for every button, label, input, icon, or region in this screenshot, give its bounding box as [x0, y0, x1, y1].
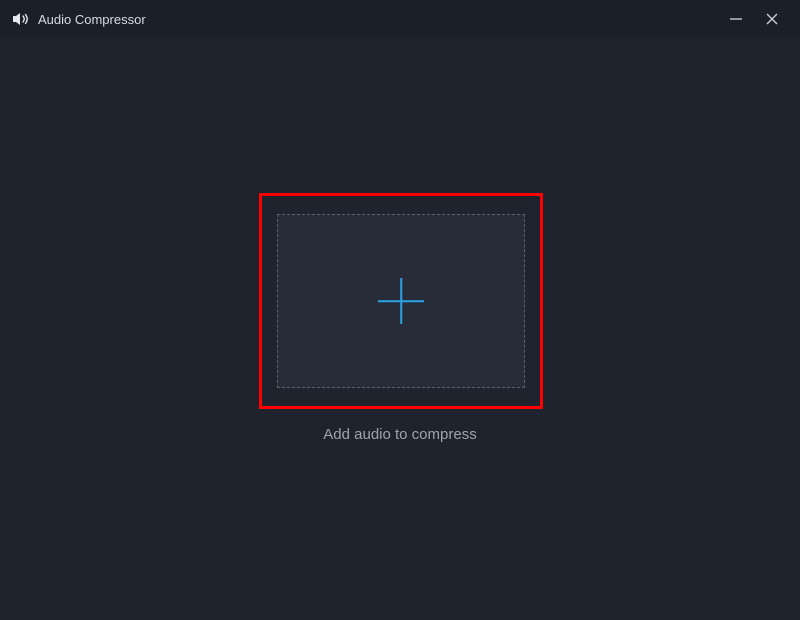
- minimize-button[interactable]: [718, 4, 754, 34]
- close-button[interactable]: [754, 4, 790, 34]
- minimize-icon: [729, 12, 743, 26]
- audio-compressor-icon: [12, 11, 30, 27]
- dropzone-hint-text: Add audio to compress: [0, 426, 800, 443]
- main-content: Add audio to compress: [0, 38, 800, 620]
- annotation-highlight: [259, 193, 543, 409]
- app-title: Audio Compressor: [38, 12, 146, 27]
- plus-icon: [378, 278, 424, 324]
- titlebar: Audio Compressor: [0, 0, 800, 38]
- close-icon: [765, 12, 779, 26]
- add-audio-dropzone[interactable]: [277, 214, 525, 388]
